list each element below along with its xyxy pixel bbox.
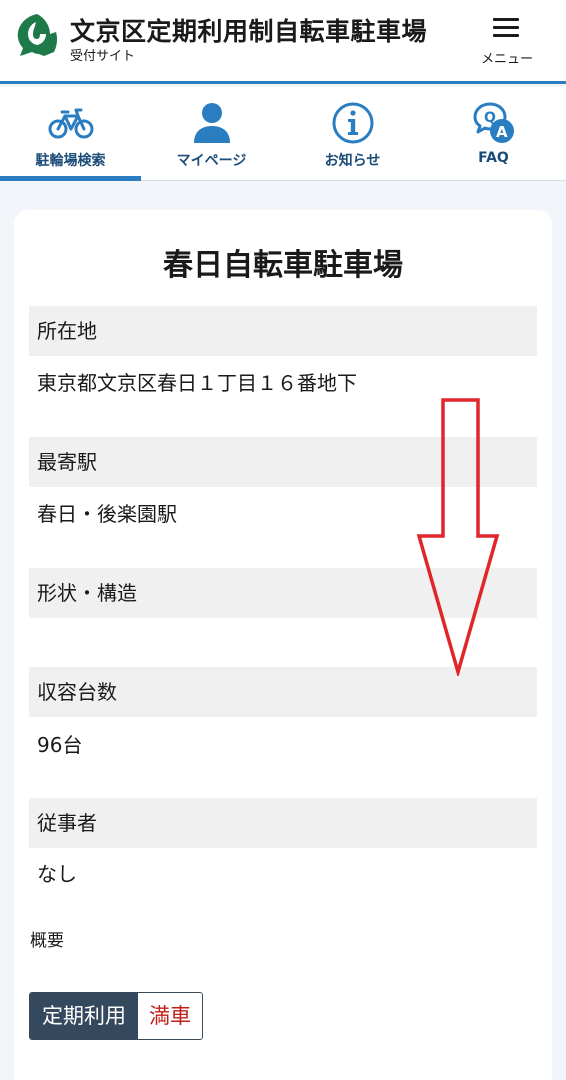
info-icon <box>332 102 373 144</box>
site-header: 文京区定期利用制自転車駐車場 受付サイト メニュー <box>0 0 566 84</box>
summary-label: 概要 <box>30 931 64 951</box>
field-value-address: 東京都文京区春日１丁目１６番地下 <box>37 371 357 395</box>
hamburger-icon <box>493 18 519 38</box>
facility-name: 春日自転車駐車場 <box>163 248 403 283</box>
main-nav: 駐輪場検索 マイページ お知らせ Q A FAQ <box>0 87 566 181</box>
usage-type-badge: 定期利用 <box>30 993 138 1039</box>
faq-icon: Q A <box>473 102 514 143</box>
bicycle-icon <box>48 108 93 139</box>
field-value-staff: なし <box>37 862 77 886</box>
tab-label: マイページ <box>176 153 247 169</box>
site-title[interactable]: 文京区定期利用制自転車駐車場 <box>70 12 427 48</box>
field-label-staff: 従事者 <box>29 798 537 848</box>
user-icon <box>193 103 230 143</box>
svg-text:A: A <box>496 123 508 141</box>
status-badge: 定期利用 満車 <box>29 992 203 1040</box>
tab-label: FAQ <box>478 150 509 166</box>
down-arrow-icon <box>416 398 500 676</box>
tab-mypage[interactable]: マイページ <box>141 87 282 181</box>
field-value-nearest-station: 春日・後楽園駅 <box>37 502 177 526</box>
field-label-address: 所在地 <box>29 306 537 356</box>
field-value-capacity: 96台 <box>37 733 83 757</box>
tab-faq[interactable]: Q A FAQ <box>423 87 564 181</box>
menu-button[interactable]: メニュー <box>474 12 540 72</box>
tab-parking-search[interactable]: 駐輪場検索 <box>0 87 141 181</box>
bunkyo-ward-emblem-icon[interactable] <box>14 12 60 58</box>
site-subtitle: 受付サイト <box>70 49 136 64</box>
tab-news[interactable]: お知らせ <box>282 87 423 181</box>
availability-badge: 満車 <box>138 993 202 1039</box>
tab-label: お知らせ <box>324 153 381 169</box>
menu-label: メニュー <box>480 52 533 67</box>
tab-label: 駐輪場検索 <box>35 153 106 169</box>
